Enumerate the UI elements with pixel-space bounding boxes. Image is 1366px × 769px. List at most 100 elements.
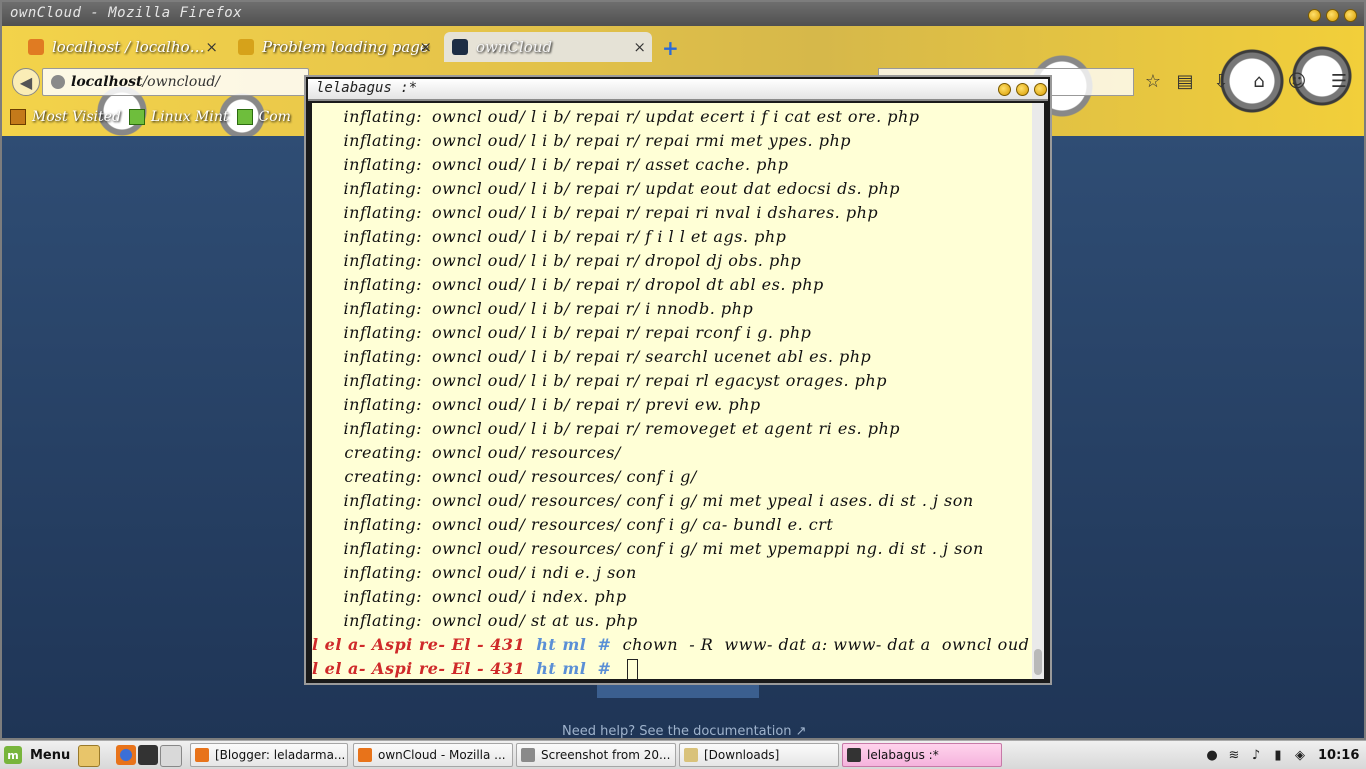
maximize-icon[interactable] [1326,9,1339,22]
firefox-titlebar[interactable]: ownCloud - Mozilla Firefox [2,2,1364,26]
maximize-icon[interactable] [1016,83,1029,96]
mint-icon [128,109,145,125]
battery-icon[interactable]: ▮ [1270,747,1286,763]
tab-close-icon[interactable]: × [633,38,646,56]
bookmark-label: Most Visited [32,109,121,125]
start-menu-button[interactable]: m Menu [4,744,70,766]
terminal-action: inflating: [343,227,422,246]
terminal-prompt-line: l el a- Aspi re- El - 431 ht ml # chown … [312,633,1029,657]
home-icon[interactable]: ⌂ [1248,70,1270,92]
tab-owncloud[interactable]: ownCloud × [444,32,652,62]
terminal-action: inflating: [343,491,422,510]
minimize-icon[interactable] [1308,9,1321,22]
window-title: ownCloud - Mozilla Firefox [10,5,243,21]
terminal-path: owncl oud/ l i b/ repai r/ removeget et … [432,419,901,438]
download-icon[interactable]: ⇩ [1210,70,1232,92]
firefox-icon [358,748,372,762]
terminal-action: inflating: [343,179,422,198]
terminal-action: creating: [344,443,422,462]
system-tray: ● ≋ ♪ ▮ ◈ 10:16 ▭ [1204,745,1366,765]
terminal-path: owncl oud/ l i b/ repai r/ updat ecert i… [432,107,920,126]
terminal-launcher-icon[interactable] [138,745,158,765]
terminal-line: inflating: owncl oud/ l i b/ repai r/ rep… [312,201,878,225]
terminal-line: inflating: owncl oud/ l i b/ repai r/ dro… [312,249,801,273]
reading-list-icon[interactable]: ▤ [1174,70,1196,92]
task-owncloud[interactable]: ownCloud - Mozilla ... [353,743,513,767]
tab-label: localhost / localho… [52,38,205,56]
terminal-action: inflating: [343,323,422,342]
help-link[interactable]: Need help? See the documentation ↗ [562,724,807,739]
bookmark-star-icon[interactable]: ☆ [1142,70,1164,92]
bookmark-most-visited[interactable]: Most Visited [10,109,121,125]
terminal-path: owncl oud/ l i b/ repai r/ repai rconf i… [432,323,812,342]
bookmark-com[interactable]: Com [236,109,291,125]
bookmarks-toolbar: Most Visited Linux Mint Com [2,102,312,132]
terminal-line: inflating: owncl oud/ l i b/ repai r/ i n… [312,297,753,321]
tab-localhost[interactable]: localhost / localho… × [28,32,224,62]
folder-launcher-icon[interactable] [160,745,182,767]
terminal-window[interactable]: lelabagus :* inflating: owncl oud/ l i b/… [304,75,1052,685]
wifi-icon[interactable]: ≋ [1226,747,1242,763]
task-downloads[interactable]: [Downloads] [679,743,839,767]
shield-icon[interactable]: ◈ [1292,747,1308,763]
terminal-action: inflating: [343,371,422,390]
tab-close-icon[interactable]: × [205,38,218,56]
task-screenshot[interactable]: Screenshot from 20... [516,743,676,767]
terminal-action: inflating: [343,107,422,126]
terminal-action: inflating: [343,587,422,606]
terminal-path: owncl oud/ resources/ [432,443,621,462]
close-icon[interactable] [1034,83,1047,96]
terminal-action: inflating: [343,539,422,558]
terminal-line: inflating: owncl oud/ l i b/ repai r/ upd… [312,177,900,201]
terminal-path: owncl oud/ st at us. php [432,611,638,630]
url-bar[interactable]: localhost/owncloud/ [42,68,309,96]
hamburger-menu-icon[interactable]: ☰ [1328,70,1350,92]
clock[interactable]: 10:16 [1318,748,1359,763]
user-icon[interactable]: ● [1204,747,1220,763]
task-terminal[interactable]: lelabagus :* [842,743,1002,767]
terminal-path: owncl oud/ resources/ conf i g/ ca- bund… [432,515,834,534]
back-button[interactable]: ◀ [12,68,40,96]
terminal-path: owncl oud/ resources/ conf i g/ [432,467,697,486]
terminal-title: lelabagus :* [316,80,418,96]
prompt-command: chown - R www- dat a: www- dat a owncl o… [622,635,1030,654]
terminal-path: owncl oud/ l i b/ repai r/ updat eout da… [432,179,900,198]
terminal-action: inflating: [343,419,422,438]
prompt-host: l el a- Aspi re- El - 431 [312,659,526,678]
task-label: Screenshot from 20... [541,748,671,762]
terminal-line: inflating: owncl oud/ l i b/ repai r/ upd… [312,105,920,129]
url-path: /owncloud/ [142,74,221,90]
prompt-symbol: # [597,635,612,654]
tab-problem-loading[interactable]: Problem loading page × [238,32,438,62]
bookmark-linux-mint[interactable]: Linux Mint [128,109,229,125]
terminal-line: inflating: owncl oud/ l i b/ repai r/ dro… [312,273,824,297]
terminal-path: owncl oud/ l i b/ repai r/ i nnodb. php [432,299,754,318]
smiley-icon[interactable]: ☺ [1286,70,1308,92]
files-launcher-icon[interactable] [78,745,100,767]
task-label: [Downloads] [704,748,780,762]
task-blogger[interactable]: [Blogger: leladarma... [190,743,348,767]
minimize-icon[interactable] [998,83,1011,96]
warning-icon [238,39,254,55]
firefox-launcher-icon[interactable] [116,745,136,765]
terminal-output[interactable]: inflating: owncl oud/ l i b/ repai r/ upd… [312,103,1032,679]
close-icon[interactable] [1344,9,1357,22]
terminal-line: inflating: owncl oud/ l i b/ repai r/ rep… [312,321,811,345]
tab-strip: localhost / localho… × Problem loading p… [2,26,1364,66]
mint-icon [236,109,253,125]
url-text: localhost/owncloud/ [71,74,220,90]
new-tab-icon[interactable]: + [662,36,679,60]
terminal-action: inflating: [343,515,422,534]
terminal-action: inflating: [343,155,422,174]
tab-close-icon[interactable]: × [419,38,432,56]
task-label: lelabagus :* [867,748,939,762]
volume-icon[interactable]: ♪ [1248,747,1264,763]
terminal-line: inflating: owncl oud/ l i b/ repai r/ rem… [312,417,900,441]
terminal-titlebar[interactable]: lelabagus :* [308,79,1048,101]
prompt-dir: ht ml [536,659,587,678]
scrollbar-thumb[interactable] [1034,649,1042,675]
terminal-scrollbar[interactable] [1032,103,1044,679]
terminal-line: inflating: owncl oud/ l i b/ repai r/ pre… [312,393,761,417]
terminal-action: inflating: [343,347,422,366]
folder-icon [684,748,698,762]
